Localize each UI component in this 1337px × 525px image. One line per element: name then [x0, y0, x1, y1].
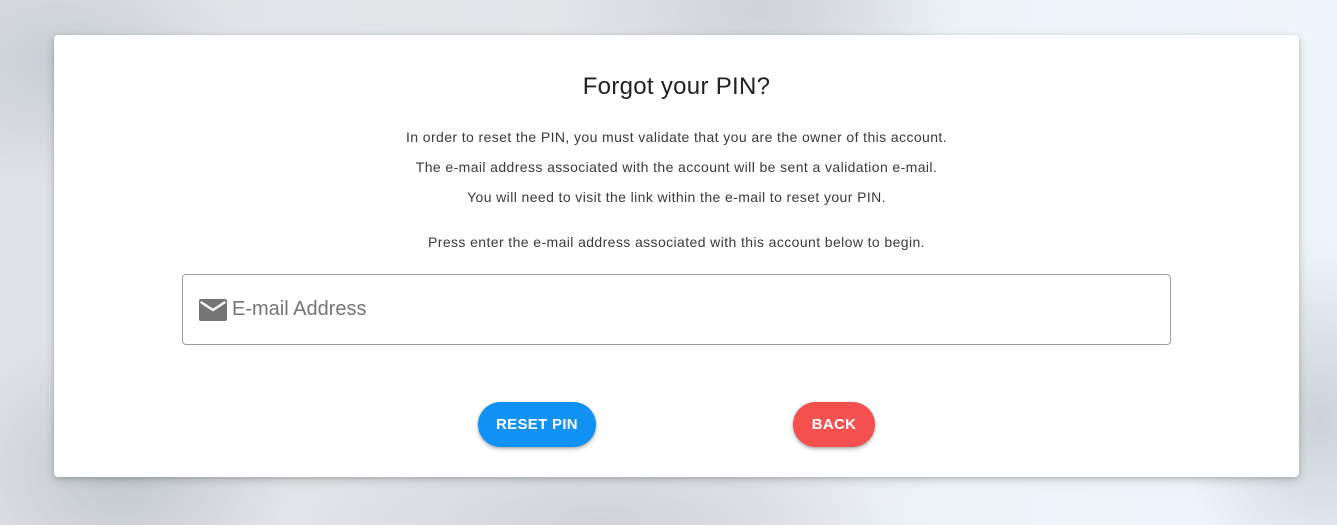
- description-line-3: You will need to visit the link within t…: [467, 189, 886, 205]
- email-input[interactable]: [232, 275, 1160, 344]
- description-line-1: In order to reset the PIN, you must vali…: [406, 129, 947, 145]
- back-button[interactable]: BACK: [793, 402, 875, 447]
- instruction-text: Press enter the e-mail address associate…: [428, 234, 925, 250]
- reset-pin-button[interactable]: RESET PIN: [478, 402, 596, 447]
- email-field[interactable]: [182, 274, 1171, 345]
- page-title: Forgot your PIN?: [582, 73, 771, 100]
- mail-icon: [199, 299, 227, 321]
- description-line-2: The e-mail address associated with the a…: [415, 159, 938, 175]
- forgot-pin-card: Forgot your PIN? In order to reset the P…: [54, 35, 1299, 477]
